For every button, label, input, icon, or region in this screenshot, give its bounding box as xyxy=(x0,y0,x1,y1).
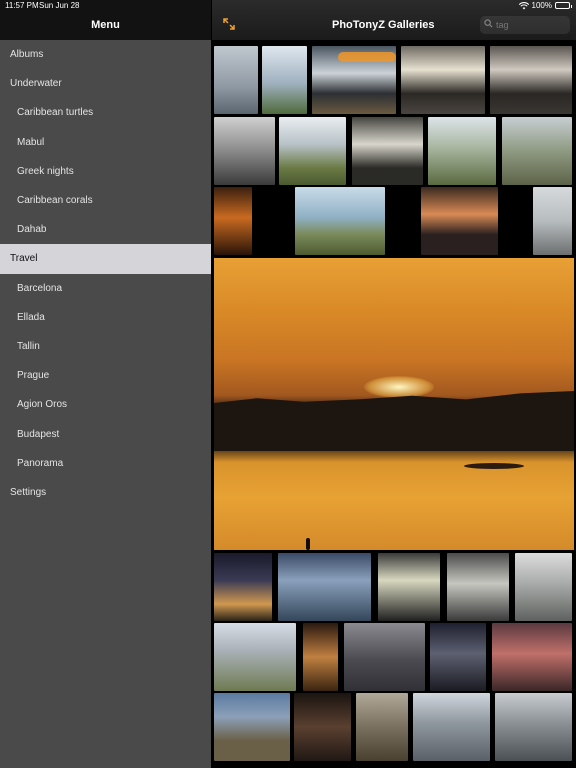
photo-thumbnail[interactable] xyxy=(214,623,296,691)
photo-thumbnail[interactable] xyxy=(413,693,490,761)
photo-thumbnail[interactable] xyxy=(214,46,258,114)
menu-item-label: Ellada xyxy=(17,311,45,323)
photo-thumbnail[interactable] xyxy=(344,623,425,691)
status-date: Sun Jun 28 xyxy=(39,1,80,10)
photo-thumbnail[interactable] xyxy=(295,187,385,255)
menu-item-label: Dahab xyxy=(17,224,47,236)
photo-thumbnail[interactable] xyxy=(428,117,496,185)
photo-thumbnail[interactable] xyxy=(515,553,572,621)
photo-thumbnail[interactable] xyxy=(495,693,572,761)
photo-thumbnail[interactable] xyxy=(303,623,338,691)
search-icon xyxy=(484,19,493,28)
photo-thumbnail[interactable] xyxy=(421,187,498,255)
battery-icon xyxy=(555,2,572,9)
menu-item-label: Panorama xyxy=(17,457,64,469)
hero-sun xyxy=(364,376,434,398)
menu-item-agion-oros[interactable]: Agion Oros xyxy=(0,390,211,419)
menu-item-caribbean-turtles[interactable]: Caribbean turtles xyxy=(0,98,211,127)
photo-thumbnail[interactable] xyxy=(492,623,572,691)
photo-thumbnail[interactable] xyxy=(214,187,252,255)
search-input[interactable] xyxy=(496,18,566,32)
photo-thumbnail[interactable] xyxy=(278,553,371,621)
menu-item-label: Budapest xyxy=(17,428,60,440)
menu-item-dahab[interactable]: Dahab xyxy=(0,215,211,244)
menu-item-label: Albums xyxy=(10,49,44,61)
menu-item-barcelona[interactable]: Barcelona xyxy=(0,274,211,303)
menu-item-caribbean-corals[interactable]: Caribbean corals xyxy=(0,186,211,215)
hero-mountains xyxy=(214,391,574,451)
menu-item-label: Underwater xyxy=(10,78,62,90)
menu-item-ellada[interactable]: Ellada xyxy=(0,303,211,332)
menu-item-settings[interactable]: Settings xyxy=(0,478,211,507)
menu-item-tallin[interactable]: Tallin xyxy=(0,332,211,361)
search-field[interactable] xyxy=(480,16,570,34)
photo-thumbnail[interactable] xyxy=(294,693,351,761)
menu-item-mabul[interactable]: Mabul xyxy=(0,128,211,157)
photo-thumbnail[interactable] xyxy=(356,693,408,761)
menu-item-label: Travel xyxy=(10,253,38,265)
menu-list: Albums Underwater Caribbean turtles Mabul Gr… xyxy=(0,40,211,507)
status-bar: 11:57 PM Sun Jun 28 100% xyxy=(0,0,576,12)
menu-item-label: Tallin xyxy=(17,340,40,352)
photo-thumbnail[interactable] xyxy=(430,623,486,691)
photo-thumbnail[interactable] xyxy=(352,117,423,185)
photo-thumbnail[interactable] xyxy=(279,117,346,185)
menu-item-label: Agion Oros xyxy=(17,399,68,411)
photo-thumbnail[interactable] xyxy=(533,187,572,255)
photo-thumbnail[interactable] xyxy=(214,553,272,621)
photo-thumbnail[interactable] xyxy=(447,553,509,621)
photo-thumbnail[interactable] xyxy=(378,553,440,621)
menu-item-panorama[interactable]: Panorama xyxy=(0,449,211,478)
loading-indicator xyxy=(338,52,396,62)
gallery-panel: PhoTonyZ Galleries xyxy=(212,0,576,768)
photo-thumbnail[interactable] xyxy=(401,46,485,114)
hero-rock xyxy=(464,463,524,469)
status-right: 100% xyxy=(518,1,572,10)
menu-item-label: Barcelona xyxy=(17,282,63,294)
photo-thumbnail[interactable] xyxy=(214,693,290,761)
menu-item-budapest[interactable]: Budapest xyxy=(0,419,211,448)
menu-item-label: Mabul xyxy=(17,136,45,148)
photo-thumbnail[interactable] xyxy=(490,46,572,114)
hero-figure xyxy=(306,538,310,550)
sidebar: Menu Albums Underwater Caribbean turtles Ma… xyxy=(0,0,211,768)
menu-item-label: Greek nights xyxy=(17,165,74,177)
menu-item-travel[interactable]: Travel xyxy=(0,244,211,274)
photo-thumbnail[interactable] xyxy=(214,117,275,185)
menu-item-label: Settings xyxy=(10,486,47,498)
menu-item-underwater[interactable]: Underwater xyxy=(0,69,211,98)
sidebar-title: Menu xyxy=(91,19,120,31)
menu-item-albums[interactable]: Albums xyxy=(0,40,211,69)
photo-thumbnail[interactable] xyxy=(502,117,572,185)
page-title: PhoTonyZ Galleries xyxy=(332,19,435,31)
photo-thumbnail[interactable] xyxy=(262,46,307,114)
menu-item-label: Caribbean turtles xyxy=(17,107,94,119)
hero-photo[interactable] xyxy=(214,258,574,550)
wifi-icon xyxy=(518,1,529,9)
menu-item-greek-nights[interactable]: Greek nights xyxy=(0,157,211,186)
menu-item-prague[interactable]: Prague xyxy=(0,361,211,390)
battery-percent: 100% xyxy=(531,1,552,10)
status-time: 11:57 PM xyxy=(5,1,39,10)
menu-item-label: Caribbean corals xyxy=(17,195,93,207)
expand-arrows-icon[interactable] xyxy=(222,17,236,31)
menu-item-label: Prague xyxy=(17,370,50,382)
